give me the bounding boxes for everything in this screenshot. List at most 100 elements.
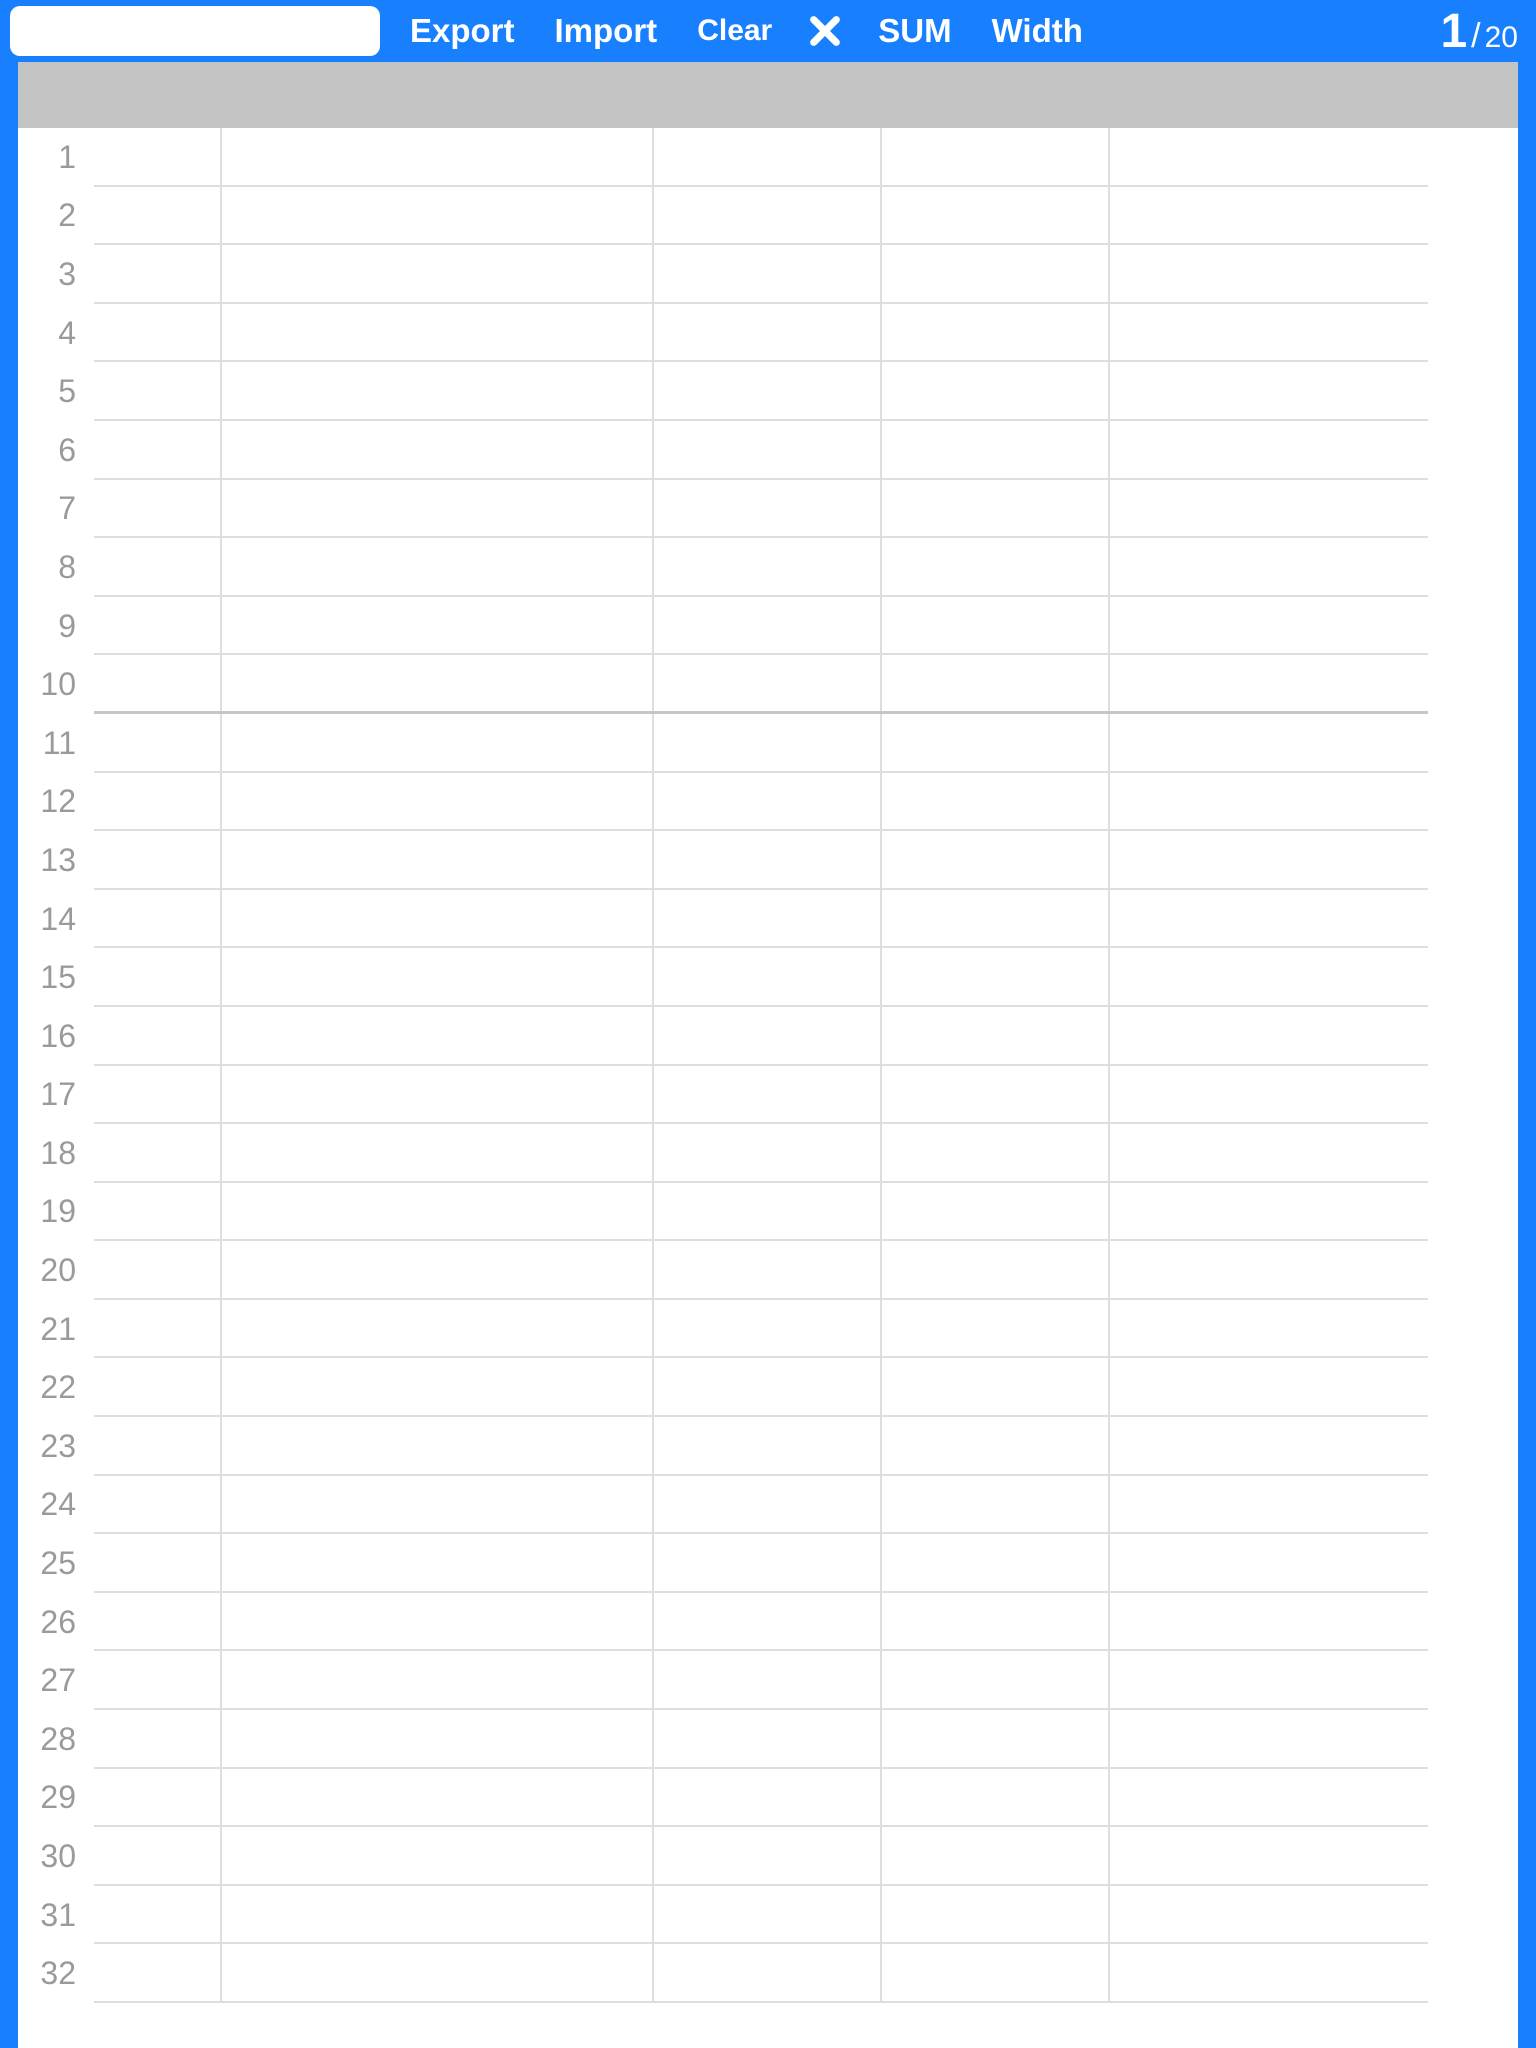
row-number[interactable]: 3 xyxy=(18,245,86,304)
cell[interactable] xyxy=(882,1886,1110,1943)
cell[interactable] xyxy=(222,538,654,595)
row-number[interactable]: 2 xyxy=(18,187,86,246)
row-number[interactable]: 6 xyxy=(18,421,86,480)
cell[interactable] xyxy=(654,1827,882,1884)
cell[interactable] xyxy=(222,714,654,771)
cell[interactable] xyxy=(222,1358,654,1415)
cell[interactable] xyxy=(654,773,882,830)
cell[interactable] xyxy=(94,948,222,1005)
cell[interactable] xyxy=(654,304,882,361)
row-number[interactable]: 26 xyxy=(18,1593,86,1652)
cell[interactable] xyxy=(1110,1417,1428,1474)
close-button[interactable] xyxy=(802,14,848,48)
cell[interactable] xyxy=(1110,597,1428,654)
width-button[interactable]: Width xyxy=(982,12,1093,50)
cell[interactable] xyxy=(1110,1710,1428,1767)
cell[interactable] xyxy=(654,1476,882,1533)
row-number[interactable]: 9 xyxy=(18,597,86,656)
cell[interactable] xyxy=(222,304,654,361)
row-number[interactable]: 12 xyxy=(18,773,86,832)
cell[interactable] xyxy=(222,1769,654,1826)
cell[interactable] xyxy=(654,655,882,711)
cell[interactable] xyxy=(222,1417,654,1474)
column-header-row[interactable] xyxy=(18,62,1518,128)
cell[interactable] xyxy=(222,1300,654,1357)
cell[interactable] xyxy=(222,1886,654,1943)
cell[interactable] xyxy=(882,362,1110,419)
cell[interactable] xyxy=(222,655,654,711)
cell[interactable] xyxy=(1110,1944,1428,2001)
row-number[interactable]: 1 xyxy=(18,128,86,187)
cell[interactable] xyxy=(1110,1593,1428,1650)
cell[interactable] xyxy=(222,1710,654,1767)
cell[interactable] xyxy=(882,1007,1110,1064)
cell[interactable] xyxy=(882,304,1110,361)
cell[interactable] xyxy=(654,714,882,771)
cell[interactable] xyxy=(654,1710,882,1767)
cell[interactable] xyxy=(94,1651,222,1708)
cell[interactable] xyxy=(882,1241,1110,1298)
cell[interactable] xyxy=(94,538,222,595)
row-number[interactable]: 15 xyxy=(18,948,86,1007)
cell-edit-input[interactable] xyxy=(10,6,380,56)
cell[interactable] xyxy=(222,890,654,947)
cell[interactable] xyxy=(654,1358,882,1415)
cell[interactable] xyxy=(222,1534,654,1591)
cell[interactable] xyxy=(654,421,882,478)
cell[interactable] xyxy=(654,1886,882,1943)
cell[interactable] xyxy=(222,597,654,654)
cell[interactable] xyxy=(222,1007,654,1064)
cell[interactable] xyxy=(1110,655,1428,711)
cell[interactable] xyxy=(882,1124,1110,1181)
cell[interactable] xyxy=(94,362,222,419)
cell[interactable] xyxy=(654,1124,882,1181)
cell[interactable] xyxy=(882,245,1110,302)
cell[interactable] xyxy=(222,187,654,244)
row-number[interactable]: 8 xyxy=(18,538,86,597)
cell[interactable] xyxy=(222,831,654,888)
cell[interactable] xyxy=(1110,1651,1428,1708)
cell[interactable] xyxy=(222,362,654,419)
cell[interactable] xyxy=(94,1710,222,1767)
row-number[interactable]: 10 xyxy=(18,655,86,714)
cell[interactable] xyxy=(654,831,882,888)
cell[interactable] xyxy=(94,304,222,361)
row-number[interactable]: 5 xyxy=(18,362,86,421)
cell[interactable] xyxy=(222,1183,654,1240)
cell[interactable] xyxy=(94,773,222,830)
cell[interactable] xyxy=(1110,1886,1428,1943)
cell[interactable] xyxy=(1110,128,1428,185)
cell[interactable] xyxy=(1110,304,1428,361)
cell[interactable] xyxy=(1110,1300,1428,1357)
cell[interactable] xyxy=(654,1183,882,1240)
cell[interactable] xyxy=(94,1300,222,1357)
cell[interactable] xyxy=(882,597,1110,654)
row-number[interactable]: 18 xyxy=(18,1124,86,1183)
row-number[interactable]: 29 xyxy=(18,1769,86,1828)
row-number[interactable]: 23 xyxy=(18,1417,86,1476)
cell[interactable] xyxy=(222,245,654,302)
cell[interactable] xyxy=(882,1300,1110,1357)
cell[interactable] xyxy=(654,1007,882,1064)
cell[interactable] xyxy=(1110,421,1428,478)
row-number[interactable]: 32 xyxy=(18,1944,86,2003)
row-number[interactable]: 13 xyxy=(18,831,86,890)
cell[interactable] xyxy=(882,831,1110,888)
clear-button[interactable]: Clear xyxy=(687,14,782,48)
cell[interactable] xyxy=(654,948,882,1005)
cell[interactable] xyxy=(654,1651,882,1708)
cell[interactable] xyxy=(94,1769,222,1826)
cell[interactable] xyxy=(654,1593,882,1650)
cell[interactable] xyxy=(654,480,882,537)
cell[interactable] xyxy=(1110,1827,1428,1884)
cell[interactable] xyxy=(222,1827,654,1884)
cell[interactable] xyxy=(1110,187,1428,244)
cell[interactable] xyxy=(882,1358,1110,1415)
cell[interactable] xyxy=(882,655,1110,711)
cell[interactable] xyxy=(94,1066,222,1123)
cell[interactable] xyxy=(654,1241,882,1298)
row-number[interactable]: 30 xyxy=(18,1827,86,1886)
cell[interactable] xyxy=(654,1066,882,1123)
cell[interactable] xyxy=(882,421,1110,478)
cell[interactable] xyxy=(654,1534,882,1591)
